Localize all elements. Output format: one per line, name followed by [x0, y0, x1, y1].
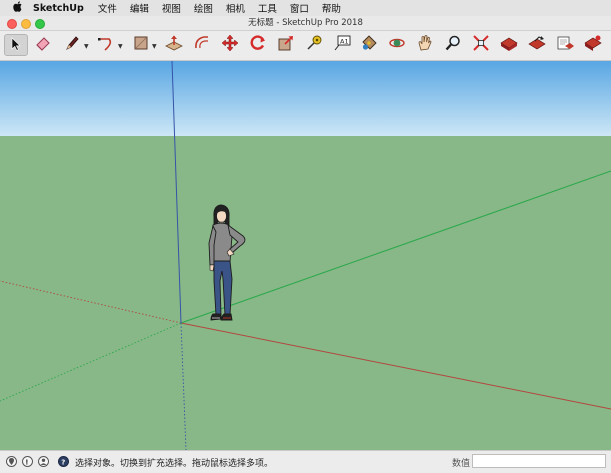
tape-measure-icon	[305, 34, 323, 56]
menu-edit[interactable]: 编辑	[130, 1, 149, 15]
push-pull-icon	[164, 34, 184, 56]
text-tool-button[interactable]: A1	[330, 34, 354, 56]
ground	[0, 136, 611, 450]
menu-window[interactable]: 窗口	[290, 1, 309, 15]
app-menu[interactable]: SketchUp	[33, 3, 84, 14]
zoom-extents-icon	[472, 34, 490, 56]
select-tool-button[interactable]	[4, 34, 28, 56]
eraser-icon	[34, 35, 52, 55]
menu-view[interactable]: 视图	[162, 1, 181, 15]
offset-tool-button[interactable]	[190, 34, 214, 56]
zoom-extents-tool-button[interactable]	[469, 34, 493, 56]
svg-text:!: !	[25, 459, 28, 467]
orbit-tool-button[interactable]	[385, 34, 409, 56]
window-title: 无标题 - SketchUp Pro 2018	[248, 18, 363, 28]
close-window-icon[interactable]	[7, 19, 17, 29]
measurements-label: 数值	[452, 459, 471, 469]
text-icon: A1	[332, 34, 352, 56]
pan-tool-button[interactable]	[413, 34, 437, 56]
zoom-window-icon[interactable]	[35, 19, 45, 29]
menu-bar: SketchUp 文件 编辑 视图 绘图 相机 工具 窗口 帮助	[0, 0, 611, 16]
magnifier-icon	[444, 34, 462, 56]
push-pull-tool-button[interactable]	[162, 34, 186, 56]
minimize-window-icon[interactable]	[21, 19, 31, 29]
credits-icon[interactable]: !	[22, 456, 33, 467]
line-tool-dropdown-caret[interactable]: ▼	[84, 43, 89, 50]
menu-help[interactable]: 帮助	[322, 1, 341, 15]
eraser-tool-button[interactable]	[31, 34, 55, 56]
rotate-tool-button[interactable]	[246, 34, 270, 56]
offset-icon	[192, 34, 212, 56]
geo-location-icon[interactable]	[6, 456, 17, 467]
scale-tool-button[interactable]	[274, 34, 298, 56]
hand-icon	[416, 34, 434, 56]
rectangle-tool-dropdown-caret[interactable]: ▼	[152, 43, 157, 50]
svg-text:A1: A1	[340, 38, 349, 46]
svg-text:?: ?	[61, 458, 65, 466]
user-icon[interactable]	[38, 456, 49, 467]
tape-measure-tool-button[interactable]	[302, 34, 326, 56]
extension-manager-tool-button[interactable]	[581, 34, 605, 56]
extension-manager-icon	[583, 34, 603, 56]
line-tool-button[interactable]	[60, 34, 84, 56]
warehouse-tool-button[interactable]	[497, 34, 521, 56]
rectangle-icon	[132, 34, 150, 56]
window-titlebar: 无标题 - SketchUp Pro 2018	[0, 16, 611, 31]
menu-draw[interactable]: 绘图	[194, 1, 213, 15]
arc-icon	[97, 34, 117, 56]
arc-tool-dropdown-caret[interactable]: ▼	[118, 43, 123, 50]
menu-camera[interactable]: 相机	[226, 1, 245, 15]
orbit-icon	[388, 34, 406, 56]
extension-warehouse-icon	[555, 34, 575, 56]
apple-icon[interactable]	[13, 1, 27, 15]
rectangle-tool-button[interactable]	[129, 34, 153, 56]
status-message: 选择对象。切换到扩充选择。拖动鼠标选择多项。	[75, 459, 274, 469]
paint-bucket-tool-button[interactable]	[357, 34, 381, 56]
share-model-tool-button[interactable]	[525, 34, 549, 56]
extension-warehouse-tool-button[interactable]	[553, 34, 577, 56]
sky	[0, 61, 611, 136]
measurements-input[interactable]	[472, 454, 606, 468]
warehouse-icon	[499, 34, 519, 56]
share-model-icon	[527, 34, 547, 56]
arrow-cursor-icon	[10, 36, 22, 55]
status-bar: ! ? 选择对象。切换到扩充选择。拖动鼠标选择多项。 数值	[0, 450, 611, 473]
zoom-tool-button[interactable]	[441, 34, 465, 56]
menu-tools[interactable]: 工具	[258, 1, 277, 15]
3d-viewport[interactable]	[0, 61, 611, 450]
move-icon	[221, 34, 239, 56]
help-icon[interactable]: ?	[58, 456, 69, 467]
pencil-icon	[63, 34, 81, 56]
main-toolbar: ▼ ▼ ▼ A1	[0, 31, 611, 61]
scale-icon	[277, 34, 295, 56]
menu-file[interactable]: 文件	[98, 1, 117, 15]
move-tool-button[interactable]	[218, 34, 242, 56]
arc-tool-button[interactable]	[95, 34, 119, 56]
rotate-icon	[249, 34, 267, 56]
paint-bucket-icon	[360, 34, 378, 56]
